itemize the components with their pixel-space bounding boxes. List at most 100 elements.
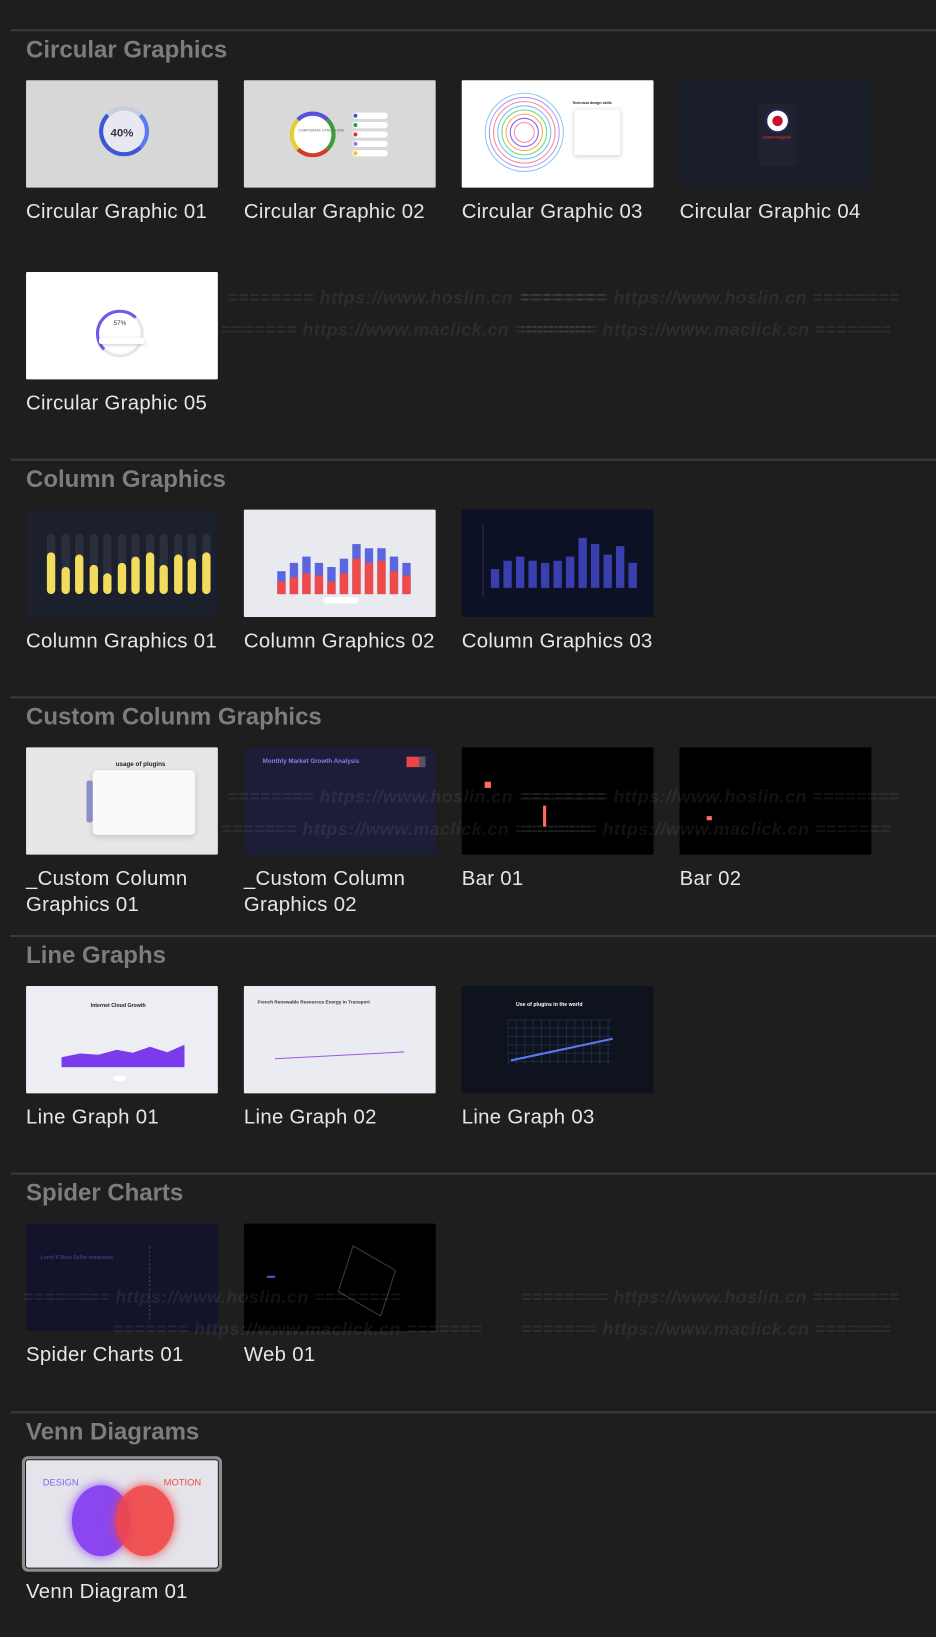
asset-label: Bar 02: [679, 867, 742, 891]
section-divider: [10, 696, 936, 699]
section-heading: Line Graphs: [26, 941, 166, 969]
asset-thumbnail[interactable]: United Kingdom: [679, 80, 872, 188]
chart-bar: [389, 571, 399, 595]
asset-thumbnail[interactable]: CORPORATE STRUCTURE: [243, 80, 436, 188]
asset-label: Circular Graphic 01: [26, 200, 208, 224]
chart-bar: [314, 575, 324, 595]
chart-bar: [117, 562, 126, 595]
org-ring: [289, 111, 336, 158]
asset-thumbnail[interactable]: [243, 509, 436, 618]
chart-bar: [590, 544, 600, 588]
asset-thumbnail[interactable]: Lorof X Best Seller templates: [26, 1223, 218, 1332]
asset-item[interactable]: Column Graphics 03: [461, 509, 660, 687]
watermark-text: ======== https://www.hoslin.cn ========: [521, 786, 900, 807]
chart-bar: [339, 573, 349, 595]
donut-value: 40%: [110, 127, 134, 140]
legend-pill: [352, 150, 388, 157]
asset-thumbnail[interactable]: DESIGN MOTION: [21, 1456, 223, 1572]
asset-thumbnail[interactable]: 40%: [26, 80, 218, 188]
legend-dot: [353, 113, 358, 118]
asset-item[interactable]: DESIGN MOTION Venn Diagram 01: [21, 1456, 224, 1637]
chart-bar: [302, 573, 311, 595]
chart-bar: [187, 558, 196, 595]
asset-thumbnail[interactable]: Technical design skills: [461, 80, 654, 188]
asset-item[interactable]: Lorof X Best Seller templates Spider Char…: [26, 1223, 224, 1401]
legend-dot: [353, 141, 358, 146]
asset-label: Column Graphics 03: [461, 629, 653, 653]
section-heading: Column Graphics: [26, 464, 226, 492]
asset-item[interactable]: Web 01: [243, 1223, 442, 1401]
org-title: CORPORATE STRUCTURE: [298, 128, 345, 133]
legend-pill: [352, 131, 388, 138]
skills-card: [574, 109, 621, 156]
spiral-ring: [513, 121, 535, 143]
asset-item[interactable]: Internet Cloud Growth Line Graph 01: [26, 986, 224, 1163]
asset-item[interactable]: 57% Circular Graphic 05: [26, 272, 224, 449]
chart-bar: [201, 552, 211, 595]
legend-dot: [353, 151, 358, 156]
area-title: Internet Cloud Growth: [90, 1002, 146, 1009]
watermark-text: ======= https://www.maclick.cn =======: [521, 1319, 891, 1340]
legend-pill: [352, 140, 388, 147]
asset-item[interactable]: Use of plugins in the world Line Graph 03: [461, 986, 660, 1163]
chart-bar: [628, 562, 637, 588]
asset-item[interactable]: French Renewable Resources Energy in Tra…: [243, 986, 442, 1163]
asset-item[interactable]: usage of plugins _Custom Column Graphics …: [26, 747, 224, 924]
asset-item[interactable]: Column Graphics 01: [26, 509, 224, 687]
asset-label: Circular Graphic 03: [461, 200, 643, 224]
asset-browser: Circular Graphics 40% Circular Graphic 01 C…: [0, 0, 936, 1634]
spider-title: Lorof X Best Seller templates: [40, 1254, 114, 1262]
gauge-value: 57%: [113, 321, 127, 328]
asset-thumbnail[interactable]: Use of plugins in the world: [461, 986, 654, 1094]
legend: [323, 597, 359, 604]
chart-bar: [289, 577, 299, 595]
asset-thumbnail[interactable]: 57%: [26, 272, 218, 380]
watermark-text: ======== https://www.hoslin.cn ========: [521, 1287, 900, 1308]
legend-pill: [352, 112, 388, 119]
asset-label: Circular Graphic 05: [26, 391, 208, 415]
asset-thumbnail[interactable]: Internet Cloud Growth: [26, 986, 218, 1094]
country-name: United Kingdom: [762, 135, 792, 140]
watermark-text: ======== https://www.hoslin.cn ========: [521, 287, 900, 308]
watermark-text: ======= https://www.maclick.cn =======: [521, 319, 891, 340]
section-divider: [10, 934, 936, 938]
chart-bar: [103, 573, 112, 595]
plugins-title: usage of plugins: [115, 761, 166, 769]
chart-bar: [145, 552, 154, 595]
chart-bar: [75, 554, 84, 595]
venn-circle-motion: [115, 1485, 175, 1557]
watermark-text: ======= https://www.maclick.cn =======: [112, 1319, 483, 1340]
asset-thumbnail[interactable]: [26, 509, 218, 618]
asset-item[interactable]: United Kingdom Circular Graphic 04: [679, 80, 878, 257]
line-path: [274, 1051, 405, 1070]
legend: [266, 1275, 276, 1278]
asset-item[interactable]: 40% Circular Graphic 01: [26, 80, 224, 257]
section-heading: Spider Charts: [26, 1178, 184, 1206]
asset-item[interactable]: Technical design skills Circular Graphic …: [461, 80, 660, 257]
asset-label: Spider Charts 01: [26, 1343, 184, 1367]
asset-thumbnail[interactable]: usage of plugins: [26, 747, 218, 855]
skills-title: Technical design skills: [572, 101, 612, 106]
chart-bar: [377, 560, 386, 595]
chart-bar: [490, 569, 500, 588]
venn-motion: MOTION: [163, 1476, 202, 1488]
asset-thumbnail[interactable]: [243, 1223, 436, 1332]
chart-bar: [515, 556, 525, 588]
asset-label: Circular Graphic 02: [243, 200, 425, 224]
legend-pill: [352, 121, 388, 129]
asset-label: Line Graph 03: [461, 1105, 595, 1129]
asset-thumbnail[interactable]: [461, 509, 654, 618]
asset-thumbnail[interactable]: French Renewable Resources Energy in Tra…: [243, 986, 436, 1094]
chart-bar: [364, 562, 374, 595]
market-title: Monthly Market Growth Analysis: [262, 758, 360, 766]
chart-bar: [578, 537, 587, 588]
legend-box: [406, 756, 426, 768]
chart-bar: [565, 556, 575, 588]
asset-item[interactable]: Column Graphics 02: [243, 509, 442, 687]
asset-item[interactable]: CORPORATE STRUCTURE Circular Graphic 02: [243, 80, 442, 257]
chart-bar: [131, 556, 140, 595]
asset-label: Line Graph 01: [26, 1105, 159, 1129]
asset-label: _Custom Column Graphics 02: [243, 867, 406, 917]
section-heading: Custom Colunm Graphics: [26, 702, 322, 730]
chart-bar: [89, 564, 98, 595]
